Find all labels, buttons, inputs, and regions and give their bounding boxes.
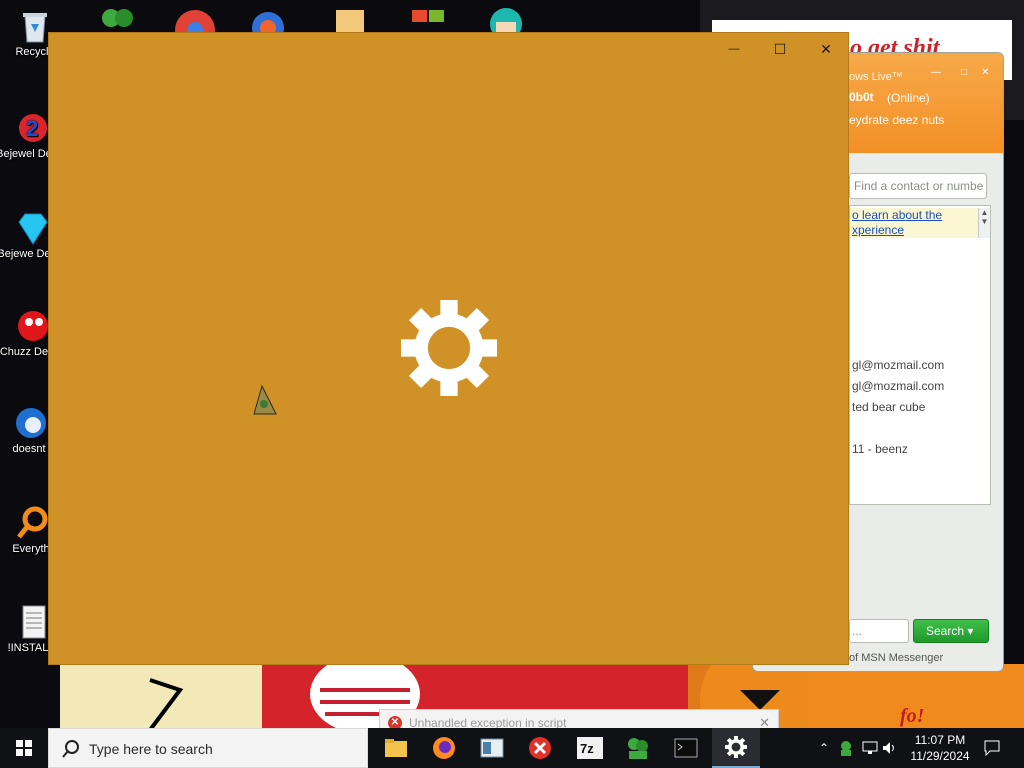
msn-minimize-button[interactable]: — <box>931 67 941 78</box>
msn-icon <box>628 738 648 759</box>
volume-icon <box>883 742 894 754</box>
chuzzle-icon <box>18 311 48 341</box>
search-placeholder: Type here to search <box>89 741 213 757</box>
bird-icon <box>16 408 46 438</box>
msn-tray-icon <box>841 741 851 756</box>
text-file-icon <box>22 605 46 639</box>
taskbar-msn[interactable] <box>614 728 662 768</box>
folder-icon <box>385 739 407 757</box>
taskbar-app[interactable] <box>468 728 516 768</box>
clock-date: 11/29/2024 <box>910 749 970 763</box>
windows-logo-icon <box>16 740 32 756</box>
firefox-icon <box>433 737 455 759</box>
maximize-icon: ☐ <box>773 40 787 57</box>
maximize-button[interactable]: ☐ <box>757 33 803 65</box>
msn-search-label: Search <box>926 624 965 638</box>
show-hidden-icons-button[interactable]: ⌃ <box>814 728 834 768</box>
msn-promo-line: o learn about the <box>852 208 943 222</box>
app-window-icon <box>480 738 504 758</box>
svg-text:fo!: fo! <box>900 705 924 727</box>
notification-center-button[interactable] <box>980 728 1004 768</box>
msn-username[interactable]: 0b0t <box>849 90 874 104</box>
minimize-button[interactable]: — <box>711 33 757 65</box>
taskbar-firefox[interactable] <box>420 728 468 768</box>
svg-text:7z: 7z <box>580 741 594 756</box>
tray-volume-icon[interactable] <box>880 728 900 768</box>
msn-top-icon[interactable] <box>96 6 138 34</box>
taskbar-7zip[interactable]: 7z <box>566 728 614 768</box>
msn-search-button[interactable]: Search ▾ <box>913 619 989 643</box>
msn-scrollbar[interactable]: ▲ ▼ <box>978 208 990 238</box>
msn-contact[interactable]: gl@mozmail.com <box>852 358 944 372</box>
network-icon <box>862 741 878 754</box>
msn-maximize-button[interactable]: □ <box>961 67 967 78</box>
shortcut-top-icon[interactable] <box>334 6 368 34</box>
error-app-icon <box>529 737 551 759</box>
taskbar-clock[interactable]: 11:07 PM 11/29/2024 <box>900 732 980 764</box>
settings-icon <box>725 736 747 758</box>
search-icon <box>62 740 79 758</box>
windows-top-icon[interactable] <box>408 6 448 34</box>
msn-personal-message[interactable]: eydrate deez nuts <box>849 113 944 127</box>
msn-title: ows Live™ <box>849 71 903 83</box>
gear-icon <box>401 300 497 396</box>
diamond-icon <box>18 213 48 245</box>
msn-web-search-input[interactable]: ... <box>849 619 909 643</box>
msn-promo-line: xperience <box>852 223 905 237</box>
tray-network-icon[interactable] <box>860 728 880 768</box>
taskbar-search-box[interactable]: Type here to search <box>48 728 368 768</box>
notification-icon <box>984 740 1000 756</box>
anime-top-icon[interactable] <box>484 4 528 34</box>
msn-contact-list: o learn about the xperience ▲ ▼ gl@mozmai… <box>849 205 991 505</box>
msn-promo-link[interactable]: o learn about the xperience <box>850 208 978 238</box>
msn-footer: of MSN Messenger <box>849 652 944 664</box>
chrome-icon[interactable] <box>172 6 218 34</box>
msn-status[interactable]: (Online) <box>887 91 930 105</box>
start-button[interactable] <box>0 728 48 768</box>
minimize-icon: — <box>728 43 740 55</box>
taskbar-file-explorer[interactable] <box>372 728 420 768</box>
clock-time: 11:07 PM <box>914 733 966 747</box>
svg-text:2: 2 <box>26 116 38 141</box>
msn-contact[interactable]: gl@mozmail.com <box>852 379 944 393</box>
close-button[interactable]: ✕ <box>803 33 849 65</box>
7zip-icon: 7z <box>577 737 603 759</box>
close-icon: ✕ <box>820 40 832 57</box>
taskbar-error-app[interactable] <box>516 728 564 768</box>
msn-close-button[interactable]: ✕ <box>981 67 989 78</box>
taskbar: Type here to search 7z ⌃ 11:07 PM 11/29/… <box>0 728 1024 768</box>
msn-contact[interactable]: ted bear cube <box>852 400 925 414</box>
tray-msn-icon[interactable] <box>836 728 856 768</box>
bejeweled-icon: 2 <box>19 114 47 142</box>
taskbar-settings[interactable] <box>712 728 760 768</box>
taskbar-terminal[interactable] <box>662 728 710 768</box>
app-top-icon[interactable] <box>248 6 288 34</box>
terminal-icon <box>674 738 698 758</box>
settings-window[interactable]: — ☐ ✕ <box>48 32 849 665</box>
msn-contact-search[interactable]: Find a contact or numbe <box>849 173 987 199</box>
msn-contact[interactable]: 11 - beenz <box>852 442 908 456</box>
magnifier-icon <box>17 506 48 539</box>
cursor-icon <box>253 384 277 415</box>
